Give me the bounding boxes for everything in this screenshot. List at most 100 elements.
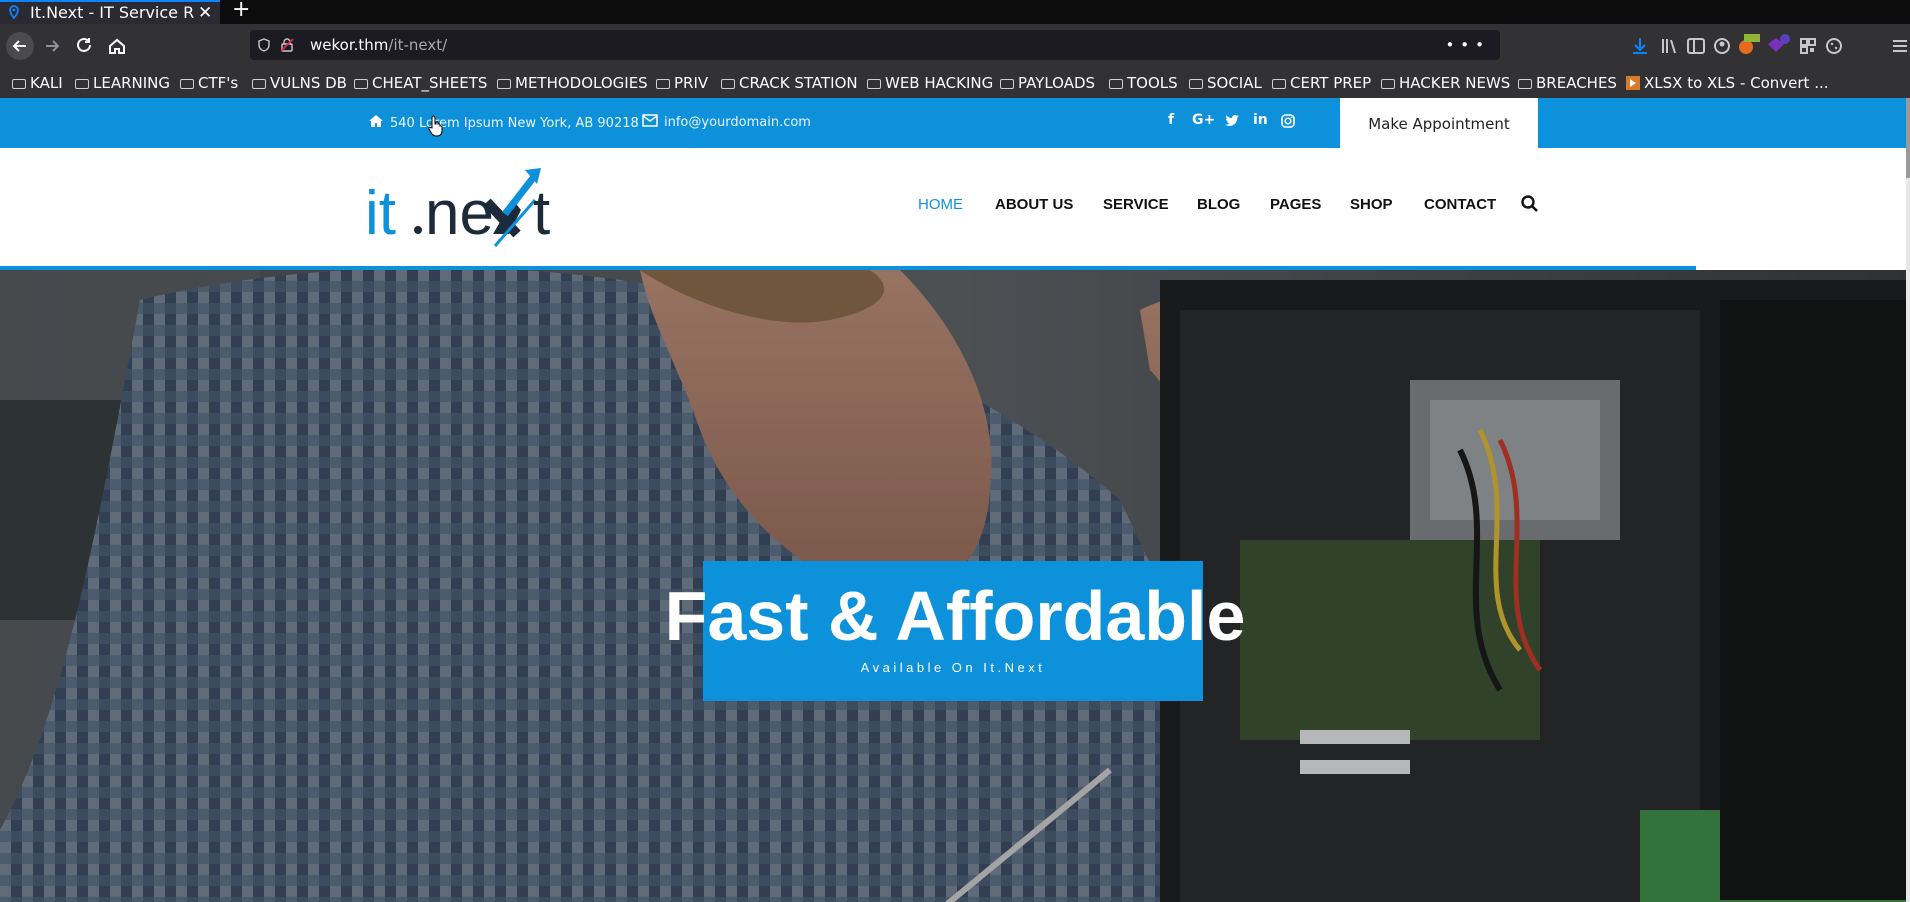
bookmark-folder[interactable]: TOOLS xyxy=(1109,73,1178,93)
url-text: wekor.thm/it-next/ xyxy=(310,30,447,60)
facebook-icon[interactable]: f xyxy=(1168,112,1174,128)
bookmark-link[interactable]: XLSX to XLS - Convert ... xyxy=(1626,73,1829,93)
bookmark-folder[interactable]: CTF's xyxy=(180,73,238,93)
folder-icon xyxy=(867,79,881,89)
menu-item-service[interactable]: SERVICE xyxy=(1103,196,1169,213)
folder-icon xyxy=(1000,79,1014,89)
tab-title: It.Next - IT Service Respo xyxy=(30,3,194,22)
folder-icon xyxy=(1189,79,1203,89)
page-scrollbar[interactable] xyxy=(1906,98,1910,902)
menu-item-about-us[interactable]: ABOUT US xyxy=(995,196,1073,213)
burp-extension-icon[interactable] xyxy=(1736,34,1760,56)
bookmark-label: VULNS DB xyxy=(270,74,347,92)
instagram-icon[interactable] xyxy=(1281,114,1295,128)
bookmark-label: METHODOLOGIES xyxy=(515,74,648,92)
bookmark-folder[interactable]: WEB HACKING xyxy=(867,73,993,93)
folder-icon xyxy=(721,79,735,89)
bookmark-folder[interactable]: KALI xyxy=(12,73,63,93)
svg-text:t: t xyxy=(533,179,550,248)
search-icon[interactable] xyxy=(1520,194,1540,214)
bookmark-folder[interactable]: HACKER NEWS xyxy=(1381,73,1510,93)
bookmark-label: PAYLOADS xyxy=(1018,74,1096,92)
folder-icon xyxy=(252,79,266,89)
qr-code-icon[interactable] xyxy=(1798,36,1818,56)
linkedin-icon[interactable]: in xyxy=(1253,112,1268,128)
url-path: /it-next/ xyxy=(388,36,448,54)
download-icon[interactable] xyxy=(1630,36,1650,56)
foxyproxy-extension-icon[interactable] xyxy=(1766,34,1790,56)
library-icon[interactable] xyxy=(1660,36,1680,56)
bookmark-label: HACKER NEWS xyxy=(1399,74,1511,92)
folder-icon xyxy=(656,79,670,89)
folder-icon xyxy=(180,79,194,89)
hamburger-menu-icon[interactable] xyxy=(1890,36,1910,56)
bookmark-folder[interactable]: BREACHES xyxy=(1518,73,1617,93)
forward-button[interactable] xyxy=(38,32,66,60)
google-plus-icon[interactable]: G+ xyxy=(1192,112,1215,128)
scrollbar-thumb[interactable] xyxy=(1906,98,1910,178)
bookmark-folder[interactable]: CRACK STATION xyxy=(721,73,858,93)
bookmark-label: CTF's xyxy=(198,74,239,92)
menu-item-contact[interactable]: CONTACT xyxy=(1424,196,1496,213)
folder-icon xyxy=(1272,79,1286,89)
mouse-pointer-hand-icon xyxy=(428,115,443,137)
envelope-icon xyxy=(642,114,658,127)
folder-icon xyxy=(1518,79,1532,89)
bookmark-label: PRIV xyxy=(674,74,709,92)
bookmark-folder[interactable]: VULNS DB xyxy=(252,73,347,93)
menu-item-home[interactable]: HOME xyxy=(918,196,963,213)
home-button[interactable] xyxy=(103,32,131,60)
twitter-icon[interactable] xyxy=(1225,114,1240,127)
back-button[interactable] xyxy=(6,32,34,60)
bookmark-folder[interactable]: SOCIAL xyxy=(1189,73,1262,93)
make-appointment-button[interactable]: Make Appointment xyxy=(1340,98,1538,148)
bookmark-folder[interactable]: METHODOLOGIES xyxy=(497,73,648,93)
bookmark-label: BREACHES xyxy=(1536,74,1617,92)
reload-button[interactable] xyxy=(70,32,98,60)
bookmark-label: CRACK STATION xyxy=(739,74,858,92)
bookmark-folder[interactable]: LEARNING xyxy=(75,73,170,93)
folder-icon xyxy=(75,79,89,89)
site-header: it ne t HOME ABOUT US SERVICE BLOG PAGES… xyxy=(0,148,1910,266)
contact-topbar: 540 Lorem Ipsum New York, AB 90218 info@… xyxy=(0,98,1910,148)
hero-title: Fast & Affordable xyxy=(664,577,1246,655)
arrow-left-icon xyxy=(12,40,26,52)
menu-item-blog[interactable]: BLOG xyxy=(1197,196,1240,213)
page-actions-menu[interactable]: ••• xyxy=(1445,30,1490,60)
location-pin-icon xyxy=(9,5,19,19)
folder-icon xyxy=(497,79,511,89)
new-tab-button[interactable]: + xyxy=(232,0,250,21)
menu-item-shop[interactable]: SHOP xyxy=(1350,196,1393,213)
home-icon xyxy=(369,115,383,127)
svg-text:it: it xyxy=(365,179,396,248)
close-tab-icon[interactable]: ✕ xyxy=(198,2,212,24)
bookmark-label: TOOLS xyxy=(1127,74,1178,92)
bookmark-folder[interactable]: PAYLOADS xyxy=(1000,73,1095,93)
hero-banner: Fast & Affordable Available On It.Next xyxy=(0,270,1910,902)
cookie-icon[interactable] xyxy=(1824,36,1844,56)
web-page: 540 Lorem Ipsum New York, AB 90218 info@… xyxy=(0,98,1910,902)
url-host: wekor.thm xyxy=(310,36,389,54)
it-next-logo[interactable]: it ne t xyxy=(365,164,565,252)
browser-tab[interactable]: It.Next - IT Service Respo ✕ xyxy=(0,0,220,24)
bookmarks-toolbar: KALI LEARNING CTF's VULNS DB CHEAT_SHEET… xyxy=(0,68,1910,98)
email-info[interactable]: info@yourdomain.com xyxy=(642,114,811,132)
bookmark-label: KALI xyxy=(30,74,63,92)
folder-icon xyxy=(1381,79,1395,89)
folder-icon xyxy=(12,79,26,89)
menu-item-pages[interactable]: PAGES xyxy=(1270,196,1321,213)
address-bar[interactable]: wekor.thm/it-next/ ••• xyxy=(250,30,1500,60)
folder-icon xyxy=(1109,79,1123,89)
bookmark-folder[interactable]: PRIV xyxy=(656,73,708,93)
address-info: 540 Lorem Ipsum New York, AB 90218 xyxy=(368,114,639,132)
home-icon xyxy=(109,38,125,54)
tab-bar: It.Next - IT Service Respo ✕ + xyxy=(0,0,1910,24)
bookmark-label: CHEAT_SHEETS xyxy=(372,74,488,92)
bookmark-folder[interactable]: CERT PREP xyxy=(1272,73,1371,93)
bookmark-folder[interactable]: CHEAT_SHEETS xyxy=(354,73,487,93)
bookmark-label: WEB HACKING xyxy=(885,74,994,92)
sidebar-icon[interactable] xyxy=(1686,36,1706,56)
bookmark-label: LEARNING xyxy=(93,74,171,92)
arrow-right-icon xyxy=(46,40,60,52)
account-icon[interactable] xyxy=(1712,36,1732,56)
